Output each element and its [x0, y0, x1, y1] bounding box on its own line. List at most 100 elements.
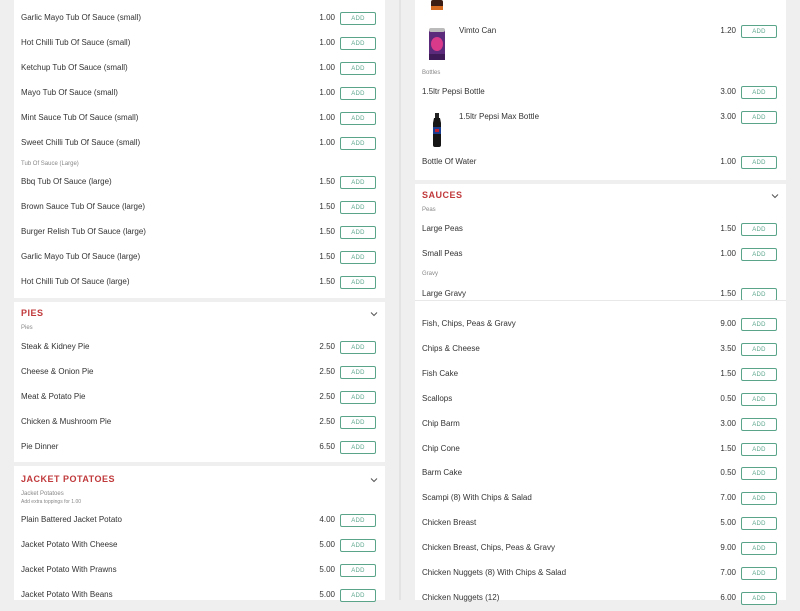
add-button[interactable]: ADD	[741, 392, 777, 406]
list-item: Large Gravy 1.50 ADD	[422, 287, 779, 307]
item-name: Chip Cone	[422, 443, 460, 453]
list-item: Garlic Mayo Tub Of Sauce (large) 1.50 ADD	[21, 250, 378, 270]
item-price: 5.00	[720, 518, 736, 528]
add-button[interactable]: ADD	[340, 514, 376, 527]
item-price: 0.50	[720, 468, 736, 478]
item-name: Large Peas	[422, 224, 463, 233]
add-button[interactable]: ADD	[741, 318, 777, 331]
list-item: Large Peas 1.50 ADD	[422, 222, 779, 242]
add-button[interactable]: ADD	[340, 176, 376, 189]
add-button[interactable]: ADD	[741, 591, 777, 605]
section-title-sauces: SAUCES	[422, 190, 463, 200]
item-price: 5.00	[319, 589, 335, 599]
item-price: 1.00	[720, 248, 736, 258]
add-button[interactable]: ADD	[340, 415, 376, 429]
add-button[interactable]: ADD	[741, 86, 777, 99]
drink-thumbnail-icon	[431, 0, 443, 10]
item-price: 2.50	[319, 342, 335, 351]
add-button[interactable]: ADD	[741, 567, 777, 580]
item-price: 1.50	[720, 443, 736, 453]
list-item: Steak & Kidney Pie 2.50 ADD	[21, 340, 378, 360]
item-price: 2.50	[319, 366, 335, 376]
section-title-jacket-potatoes: JACKET POTATOES	[21, 474, 116, 484]
add-button[interactable]: ADD	[340, 365, 376, 379]
item-name: Fish Cake	[422, 368, 459, 378]
add-button[interactable]: ADD	[340, 111, 376, 125]
item-name: Small Peas	[422, 248, 463, 258]
item-price: 1.50	[720, 289, 736, 298]
list-item: Scallops 0.50 ADD	[422, 392, 779, 412]
list-item: Fish Cake 1.50 ADD	[422, 367, 779, 387]
chevron-down-icon[interactable]	[370, 310, 378, 318]
list-item: Chicken & Mushroom Pie 2.50 ADD	[21, 415, 378, 435]
list-item: Chip Barm 3.00 ADD	[422, 417, 779, 437]
item-price: 6.50	[319, 441, 335, 451]
column-separator-left	[399, 0, 401, 600]
item-name: Steak & Kidney Pie	[21, 342, 90, 351]
add-button[interactable]: ADD	[741, 223, 777, 236]
item-name: Brown Sauce Tub Of Sauce (large)	[21, 201, 146, 211]
list-item: Bottle Of Water 1.00 ADD	[422, 155, 779, 175]
add-button[interactable]: ADD	[340, 563, 376, 577]
add-button[interactable]: ADD	[741, 467, 777, 481]
item-name: Mayo Tub Of Sauce (small)	[21, 87, 118, 97]
list-item: 1.5ltr Pepsi Bottle 3.00 ADD	[422, 85, 779, 105]
item-name: Bottle Of Water	[422, 157, 477, 166]
item-name: Chicken Breast, Chips, Peas & Gravy	[422, 543, 555, 553]
add-button[interactable]: ADD	[741, 417, 777, 431]
list-item: Cheese & Onion Pie 2.50 ADD	[21, 365, 378, 385]
item-price: 3.00	[720, 87, 736, 96]
item-price: 5.00	[319, 539, 335, 549]
add-button[interactable]: ADD	[340, 341, 376, 354]
item-price: 2.50	[319, 416, 335, 426]
add-button[interactable]: ADD	[340, 136, 376, 150]
jacket-toppings-note: Add extra toppings for 1.00	[21, 499, 82, 505]
add-button[interactable]: ADD	[741, 111, 777, 124]
item-name: Chicken Nuggets (8) With Chips & Salad	[422, 568, 567, 577]
add-button[interactable]: ADD	[340, 250, 376, 264]
add-button[interactable]: ADD	[340, 200, 376, 214]
add-button[interactable]: ADD	[340, 36, 376, 50]
subheading-pies: Pies	[21, 325, 33, 331]
add-button[interactable]: ADD	[741, 492, 777, 506]
add-button[interactable]: ADD	[340, 86, 376, 100]
add-button[interactable]: ADD	[340, 440, 376, 454]
item-price: 1.00	[319, 137, 335, 147]
add-button[interactable]: ADD	[340, 538, 376, 552]
chevron-down-icon[interactable]	[771, 192, 779, 200]
list-item: Bbq Tub Of Sauce (large) 1.50 ADD	[21, 175, 378, 195]
list-item: Chicken Nuggets (8) With Chips & Salad 7.…	[422, 566, 779, 586]
add-button[interactable]: ADD	[741, 247, 777, 261]
item-price: 1.50	[319, 251, 335, 261]
add-button[interactable]: ADD	[741, 25, 777, 38]
add-button[interactable]: ADD	[741, 442, 777, 456]
list-item: Fish, Chips, Peas & Gravy 9.00 ADD	[422, 317, 779, 337]
add-button[interactable]: ADD	[340, 390, 376, 404]
item-name: Ketchup Tub Of Sauce (small)	[21, 62, 128, 72]
item-price: 2.50	[319, 391, 335, 401]
item-price: 1.00	[319, 37, 335, 47]
item-price: 4.00	[319, 515, 335, 524]
item-name: Vimto Can	[459, 26, 497, 35]
subheading-peas: Peas	[422, 207, 436, 213]
chevron-down-icon[interactable]	[370, 476, 378, 484]
add-button[interactable]: ADD	[340, 12, 376, 25]
item-name: Bbq Tub Of Sauce (large)	[21, 177, 112, 186]
item-name: Large Gravy	[422, 289, 467, 298]
add-button[interactable]: ADD	[340, 275, 376, 289]
add-button[interactable]: ADD	[741, 342, 777, 356]
add-button[interactable]: ADD	[340, 225, 376, 239]
add-button[interactable]: ADD	[741, 156, 777, 169]
item-price: 9.00	[720, 543, 736, 553]
add-button[interactable]: ADD	[741, 542, 777, 556]
add-button[interactable]: ADD	[340, 61, 376, 75]
item-price: 1.00	[720, 157, 736, 166]
add-button[interactable]: ADD	[741, 367, 777, 381]
item-name: Garlic Mayo Tub Of Sauce (large)	[21, 251, 141, 261]
list-item: Brown Sauce Tub Of Sauce (large) 1.50 ADD	[21, 200, 378, 220]
item-name: Cheese & Onion Pie	[21, 366, 94, 376]
item-name: Pie Dinner	[21, 441, 59, 451]
list-item: Ketchup Tub Of Sauce (small) 1.00 ADD	[21, 61, 378, 81]
list-item: Chicken Breast 5.00 ADD	[422, 516, 779, 536]
add-button[interactable]: ADD	[741, 517, 777, 531]
